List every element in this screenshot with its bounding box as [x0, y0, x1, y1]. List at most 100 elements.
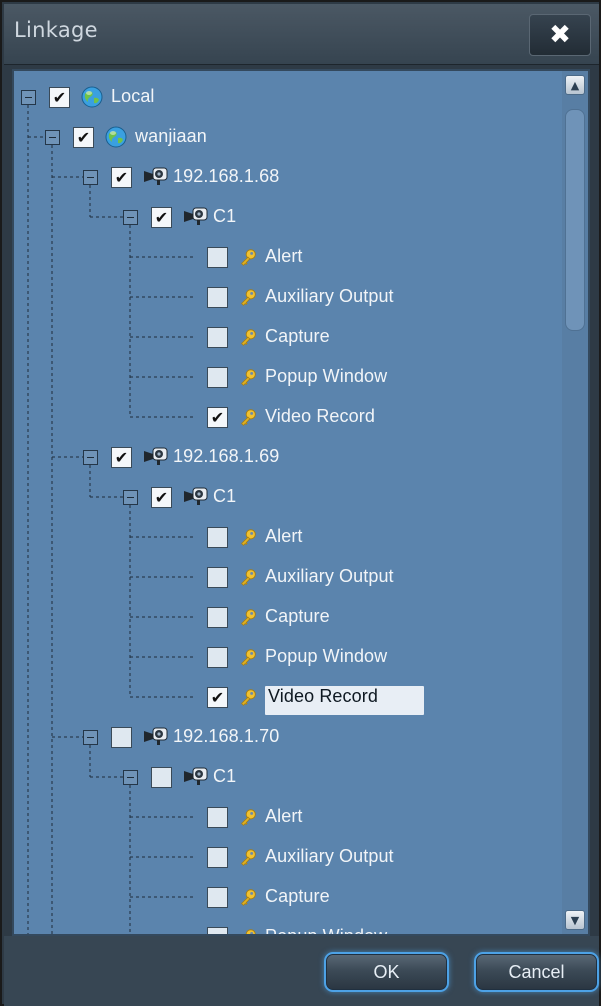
- tree-node-label: Auxiliary Output: [265, 286, 394, 306]
- checkmark-icon: ✔: [114, 167, 129, 187]
- checkbox-checked[interactable]: ✔: [111, 167, 132, 188]
- checkbox-checked[interactable]: ✔: [207, 407, 228, 428]
- tree-node-channel[interactable]: ✔ C1: [14, 485, 564, 523]
- checkbox-unchecked[interactable]: [207, 847, 228, 868]
- tree-node-label: Popup Window: [265, 926, 388, 936]
- tree-node-label: C1: [213, 206, 237, 226]
- checkbox-unchecked[interactable]: [207, 367, 228, 388]
- scroll-down-button[interactable]: ▼: [565, 910, 585, 930]
- tree-node-site[interactable]: ✔ wanjiaan: [14, 125, 564, 163]
- tree-node-label: 192.168.1.69: [173, 446, 280, 466]
- tree-node-label: Capture: [265, 326, 330, 346]
- camera-icon: [141, 725, 168, 749]
- checkbox-checked[interactable]: ✔: [207, 687, 228, 708]
- checkbox-unchecked[interactable]: [111, 727, 132, 748]
- tree-node-action[interactable]: Auxiliary Output: [14, 566, 564, 603]
- arrow-down-icon: ▼: [570, 913, 580, 927]
- key-icon: [237, 327, 263, 351]
- checkmark-icon: ✔: [114, 447, 129, 467]
- tree-node-label: Video Record: [265, 406, 375, 426]
- vertical-scrollbar[interactable]: ▲ ▼: [562, 71, 588, 934]
- key-icon: [237, 247, 263, 271]
- tree-node-action[interactable]: Auxiliary Output: [14, 846, 564, 883]
- checkbox-checked[interactable]: ✔: [73, 127, 94, 148]
- checkmark-icon: ✔: [76, 127, 91, 147]
- tree-node-label: 192.168.1.68: [173, 166, 280, 186]
- tree-node-local[interactable]: ✔ Local: [14, 85, 564, 123]
- tree-node-action[interactable]: Capture: [14, 326, 564, 363]
- checkmark-icon: ✔: [210, 407, 225, 427]
- tree-node-action[interactable]: Alert: [14, 806, 564, 843]
- tree-node-label: Auxiliary Output: [265, 566, 394, 586]
- key-icon: [237, 567, 263, 591]
- key-icon: [237, 887, 263, 911]
- collapse-toggle[interactable]: [123, 770, 138, 785]
- checkbox-unchecked[interactable]: [207, 647, 228, 668]
- checkbox-unchecked[interactable]: [207, 927, 228, 934]
- checkbox-unchecked[interactable]: [207, 327, 228, 348]
- checkbox-unchecked[interactable]: [207, 567, 228, 588]
- checkbox-checked[interactable]: ✔: [49, 87, 70, 108]
- camera-icon: [181, 485, 208, 509]
- checkmark-icon: ✔: [154, 487, 169, 507]
- collapse-toggle[interactable]: [83, 730, 98, 745]
- camera-icon: [141, 165, 168, 189]
- collapse-toggle[interactable]: [45, 130, 60, 145]
- tree-node-action[interactable]: Alert: [14, 246, 564, 283]
- tree-node-label: Popup Window: [265, 646, 388, 666]
- tree-node-action[interactable]: Popup Window: [14, 926, 564, 936]
- checkbox-checked[interactable]: ✔: [151, 207, 172, 228]
- checkbox-unchecked[interactable]: [207, 527, 228, 548]
- checkbox-unchecked[interactable]: [207, 287, 228, 308]
- tree-node-action[interactable]: ✔ Video Record: [14, 686, 564, 723]
- close-button[interactable]: ✖: [529, 14, 591, 56]
- linkage-dialog: Linkage ✖ ✔ Local ✔ wanjiaan ✔ 192.168.1.6…: [0, 0, 601, 1006]
- tree-node-action[interactable]: Popup Window: [14, 646, 564, 683]
- tree-node-action[interactable]: Auxiliary Output: [14, 286, 564, 323]
- tree-node-action[interactable]: Capture: [14, 606, 564, 643]
- collapse-toggle[interactable]: [21, 90, 36, 105]
- linkage-tree: ✔ Local ✔ wanjiaan ✔ 192.168.1.68 ✔ C1 A…: [12, 69, 590, 936]
- tree-node-label: Video Record: [265, 686, 424, 715]
- collapse-toggle[interactable]: [123, 490, 138, 505]
- scroll-thumb[interactable]: [565, 109, 585, 331]
- scroll-up-button[interactable]: ▲: [565, 75, 585, 95]
- collapse-toggle[interactable]: [83, 170, 98, 185]
- checkbox-unchecked[interactable]: [207, 807, 228, 828]
- tree-node-action[interactable]: ✔ Video Record: [14, 406, 564, 443]
- key-icon: [237, 367, 263, 391]
- key-icon: [237, 647, 263, 671]
- close-icon: ✖: [549, 20, 571, 50]
- tree-node-device[interactable]: ✔ 192.168.1.68: [14, 165, 564, 203]
- tree-node-device[interactable]: 192.168.1.70: [14, 725, 564, 763]
- globe-icon: [103, 125, 129, 149]
- key-icon: [237, 687, 263, 711]
- tree-node-action[interactable]: Alert: [14, 526, 564, 563]
- tree-node-action[interactable]: Popup Window: [14, 366, 564, 403]
- tree-node-channel[interactable]: ✔ C1: [14, 206, 564, 243]
- collapse-toggle[interactable]: [83, 450, 98, 465]
- tree-node-device[interactable]: ✔ 192.168.1.69: [14, 445, 564, 483]
- checkbox-unchecked[interactable]: [151, 767, 172, 788]
- key-icon: [237, 607, 263, 631]
- tree-node-action[interactable]: Capture: [14, 886, 564, 923]
- collapse-toggle[interactable]: [123, 210, 138, 225]
- cancel-button[interactable]: Cancel: [474, 952, 599, 992]
- checkbox-unchecked[interactable]: [207, 607, 228, 628]
- checkbox-unchecked[interactable]: [207, 887, 228, 908]
- tree-node-label: Alert: [265, 806, 303, 826]
- tree-node-channel[interactable]: C1: [14, 766, 564, 803]
- key-icon: [237, 847, 263, 871]
- tree-node-label: Local: [111, 86, 155, 106]
- title-bar[interactable]: Linkage ✖: [4, 4, 599, 65]
- camera-icon: [141, 445, 168, 469]
- globe-icon: [79, 85, 105, 109]
- ok-button[interactable]: OK: [324, 952, 449, 992]
- tree-node-label: C1: [213, 766, 237, 786]
- tree-node-label: Popup Window: [265, 366, 388, 386]
- checkbox-unchecked[interactable]: [207, 247, 228, 268]
- tree-node-label: Capture: [265, 606, 330, 626]
- checkbox-checked[interactable]: ✔: [111, 447, 132, 468]
- checkbox-checked[interactable]: ✔: [151, 487, 172, 508]
- key-icon: [237, 927, 263, 934]
